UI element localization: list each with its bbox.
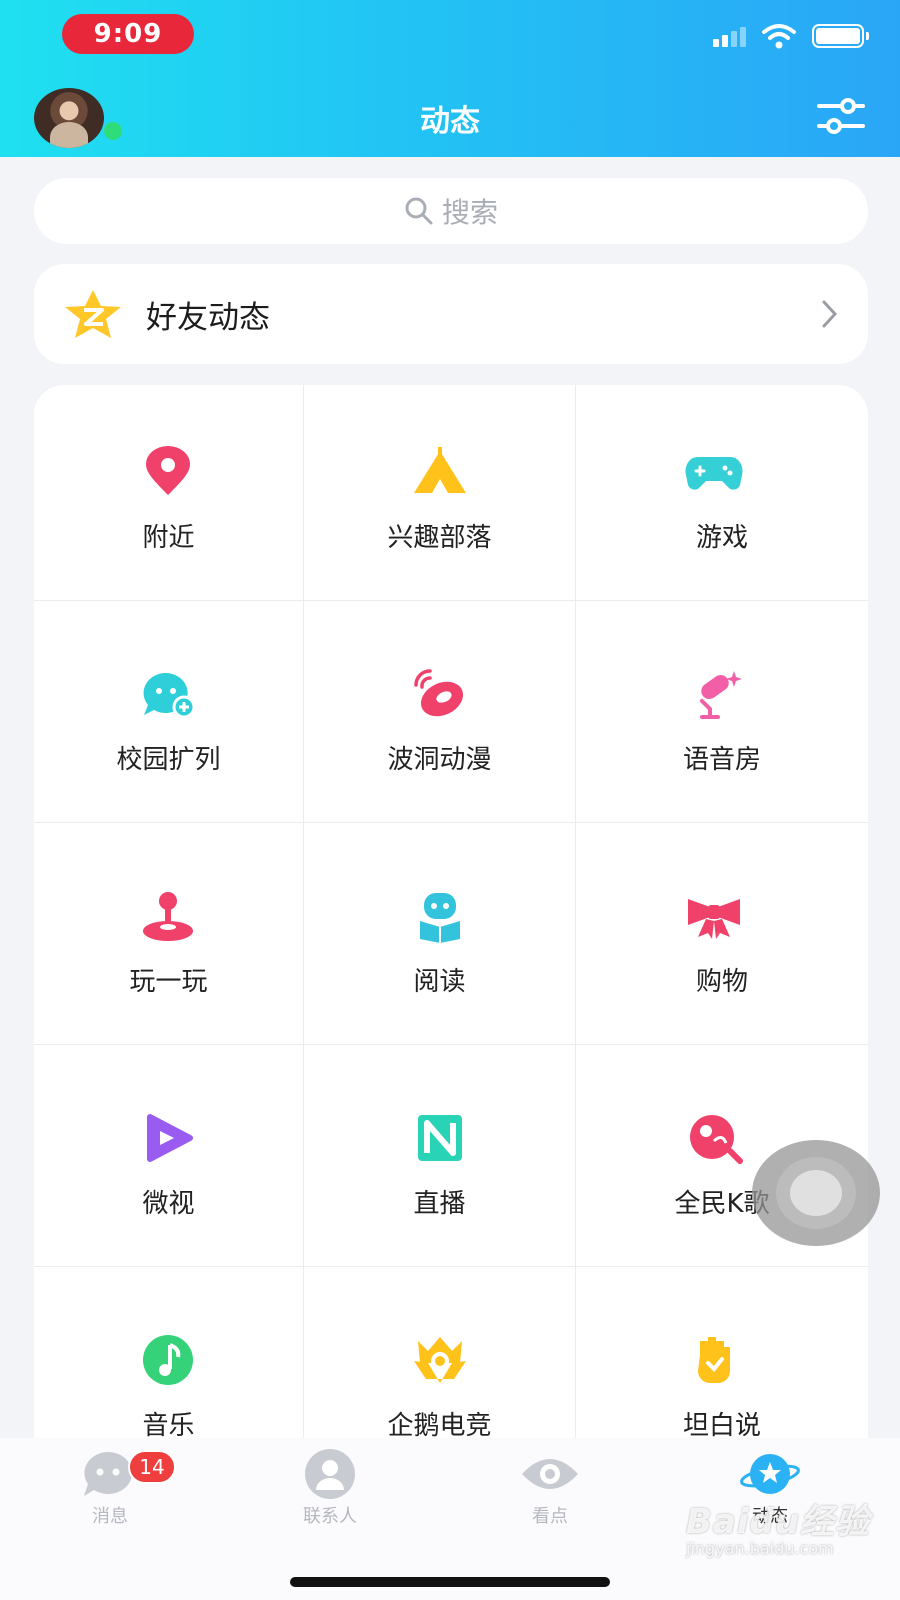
grid-item-label: 游戏 [695,523,748,553]
tab-label: 联系人 [303,1506,357,1527]
microphone-icon [700,671,742,719]
wifi-icon [762,24,796,49]
feature-grid: 附近 兴趣部落 游戏 校园扩列 波洞动漫 语音房 玩一玩 阅读 购物 微视 直播… [34,385,868,1445]
grid-item-label: 波洞动漫 [387,745,492,775]
grid-item-weishi[interactable]: 微视 [34,1051,303,1278]
person-icon [305,1449,355,1499]
grid-item-label: 兴趣部落 [387,523,492,553]
karaoke-icon [690,1115,743,1164]
battery-icon [812,24,869,48]
gamepad-icon [685,456,743,490]
search-input[interactable]: 搜索 [34,178,868,244]
grid-item-label: 阅读 [413,967,466,997]
grid-item-label: 玩一玩 [129,967,208,997]
bow-icon [688,899,740,939]
tab-label: 看点 [532,1506,568,1527]
grid-item-label: 直播 [413,1189,466,1219]
home-indicator[interactable] [290,1577,610,1587]
unread-badge: 14 [128,1450,176,1484]
grid-item-label: 校园扩列 [116,745,221,775]
grid-item-bodong-anime[interactable]: 波洞动漫 [304,607,575,834]
search-icon [405,197,433,225]
status-time: 9:09 [62,14,194,54]
grid-item-label: 企鹅电竞 [387,1411,492,1441]
grid-item-label: 微视 [142,1189,195,1219]
qzone-star-icon [65,290,121,338]
grid-item-label: 附近 [142,523,195,553]
play-icon [147,1114,193,1162]
filter-settings-icon[interactable] [816,96,866,136]
grid-item-music[interactable]: 音乐 [34,1273,303,1445]
grid-item-esports[interactable]: 企鹅电竞 [304,1273,575,1445]
grid-item-label: 音乐 [142,1411,195,1441]
music-note-icon [143,1335,193,1385]
friend-feed-label: 好友动态 [146,299,270,336]
tab-label: 消息 [92,1506,128,1527]
grid-item-play[interactable]: 玩一玩 [34,829,303,1056]
chevron-right-icon [822,300,838,328]
grid-item-live[interactable]: 直播 [304,1051,575,1278]
tab-watch[interactable]: 看点 [490,1448,610,1534]
search-placeholder: 搜索 [441,196,498,229]
grid-item-nearby[interactable]: 附近 [34,385,303,612]
page-title: 动态 [420,104,480,139]
status-icons [713,22,869,50]
grid-item-label: 坦白说 [682,1411,761,1441]
grid-item-reading[interactable]: 阅读 [304,829,575,1056]
robot-book-icon [420,893,460,943]
grid-item-shopping[interactable]: 购物 [576,829,868,1056]
cellular-signal-icon [713,25,746,47]
tab-contacts[interactable]: 联系人 [270,1448,390,1534]
grid-item-label: 购物 [695,967,748,997]
hand-icon [698,1337,730,1383]
grid-item-confession[interactable]: 坦白说 [576,1273,868,1445]
tent-icon [414,447,466,493]
chat-face-add-icon [143,672,196,719]
eye-icon [522,1459,578,1489]
planet-star-icon [740,1454,800,1494]
assistive-touch-button[interactable] [752,1140,880,1246]
planet-signal-icon [414,669,464,717]
grid-item-label: 语音房 [682,745,761,775]
friend-feed-row[interactable]: 好友动态 [34,264,868,364]
grid-item-interest-tribe[interactable]: 兴趣部落 [304,385,575,612]
crown-penguin-icon [414,1337,466,1383]
location-pin-icon [146,446,190,495]
watermark-brand: Baidu经验 [686,1502,871,1542]
grid-item-games[interactable]: 游戏 [576,385,868,612]
grid-item-campus[interactable]: 校园扩列 [34,607,303,834]
watermark: Baidu经验 jingyan.baidu.com [686,1494,870,1558]
live-n-icon [418,1115,462,1161]
grid-item-voice-room[interactable]: 语音房 [576,607,868,834]
joystick-icon [143,892,193,941]
header-bar: 9:09 动态 [0,0,900,157]
